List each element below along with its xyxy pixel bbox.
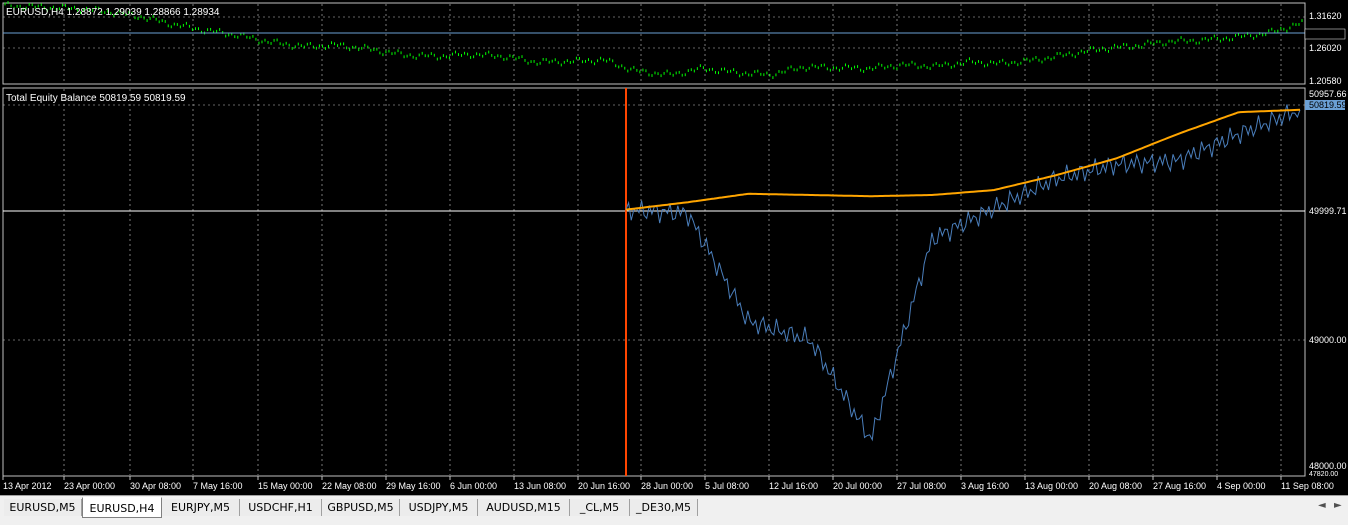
time-tick-label: 3 Aug 16:00 (961, 481, 1009, 491)
price-label-current: 1.28934 (1309, 29, 1342, 39)
equity-pane-frame (2, 87, 1306, 477)
price-label-top: 1.31620 (1309, 11, 1342, 21)
equity-label-49000: 49000.00 (1309, 335, 1347, 345)
chart-tab[interactable]: USDJPY,M5 (400, 499, 478, 516)
grid (3, 4, 1305, 475)
time-axis: 13 Apr 2012 23 Apr 00:00 30 Apr 08:00 7 May… (2, 476, 1334, 491)
balance-line (625, 108, 1301, 211)
chart-canvas[interactable]: EURUSD,H4 1.28872 1.29039 1.28866 1.2893… (0, 0, 1348, 495)
time-tick-label: 11 Sep 08:00 (1281, 481, 1334, 491)
time-tick-label: 20 Aug 08:00 (1089, 481, 1142, 491)
time-tick-label: 13 Aug 00:00 (1025, 481, 1078, 491)
equity-label-current: 50819.59 (1309, 100, 1347, 110)
scroll-tabs-right-icon[interactable]: ► (1334, 500, 1342, 511)
chart-tab[interactable]: GBPUSD,M5 (322, 499, 400, 516)
time-tick-label: 15 May 00:00 (258, 481, 313, 491)
time-tick-label: 7 May 16:00 (193, 481, 243, 491)
time-tick-label: 28 Jun 00:00 (641, 481, 693, 491)
time-tick-label: 13 Apr 2012 (3, 481, 52, 491)
equity-line (625, 104, 1301, 442)
time-tick-label: 30 Apr 08:00 (130, 481, 181, 491)
time-tick-label: 13 Jun 08:00 (514, 481, 566, 491)
price-label-bottom: 1.20580 (1309, 76, 1342, 86)
chart-tab[interactable]: _DE30,M5 (630, 499, 698, 516)
time-tick-label: 27 Aug 16:00 (1153, 481, 1206, 491)
chart-tab[interactable]: AUDUSD,M15 (478, 499, 570, 516)
time-tick-label: 29 May 16:00 (386, 481, 441, 491)
chart-window[interactable]: EURUSD,H4 1.28872 1.29039 1.28866 1.2893… (0, 0, 1348, 495)
equity-label-bottom: 47820.00 (1309, 471, 1338, 478)
equity-label-deposit: 49999.71 (1309, 206, 1347, 216)
time-tick-label: 23 Apr 00:00 (64, 481, 115, 491)
equity-label-48000: 48000.00 (1309, 461, 1347, 471)
time-tick-label: 27 Jul 08:00 (897, 481, 946, 491)
chart-tab[interactable]: _CL,M5 (570, 499, 630, 516)
chart-tab[interactable]: EURJPY,M5 (162, 499, 240, 516)
equity-window-header: Total Equity Balance 50819.59 50819.59 (6, 93, 186, 104)
chart-tab[interactable]: EURUSD,H4 (82, 497, 162, 518)
time-tick-label: 22 May 08:00 (322, 481, 377, 491)
time-tick-label: 20 Jun 16:00 (578, 481, 630, 491)
time-tick-label: 6 Jun 00:00 (450, 481, 497, 491)
chart-tab[interactable]: USDCHF,H1 (240, 499, 322, 516)
price-window-header: EURUSD,H4 1.28872 1.29039 1.28866 1.2893… (6, 7, 220, 18)
price-label-mid: 1.26020 (1309, 43, 1342, 53)
chart-tab[interactable]: EURUSD,M5 (4, 499, 82, 516)
time-tick-label: 5 Jul 08:00 (705, 481, 749, 491)
time-tick-label: 20 Jul 00:00 (833, 481, 882, 491)
scroll-tabs-left-icon[interactable]: ◄ (1318, 500, 1326, 511)
time-tick-label: 12 Jul 16:00 (769, 481, 818, 491)
time-tick-label: 4 Sep 00:00 (1217, 481, 1266, 491)
chart-tab-bar: EURUSD,M5 EURUSD,H4 EURJPY,M5 USDCHF,H1 GBPU… (0, 495, 1348, 525)
equity-label-top: 50957.66 (1309, 89, 1347, 99)
